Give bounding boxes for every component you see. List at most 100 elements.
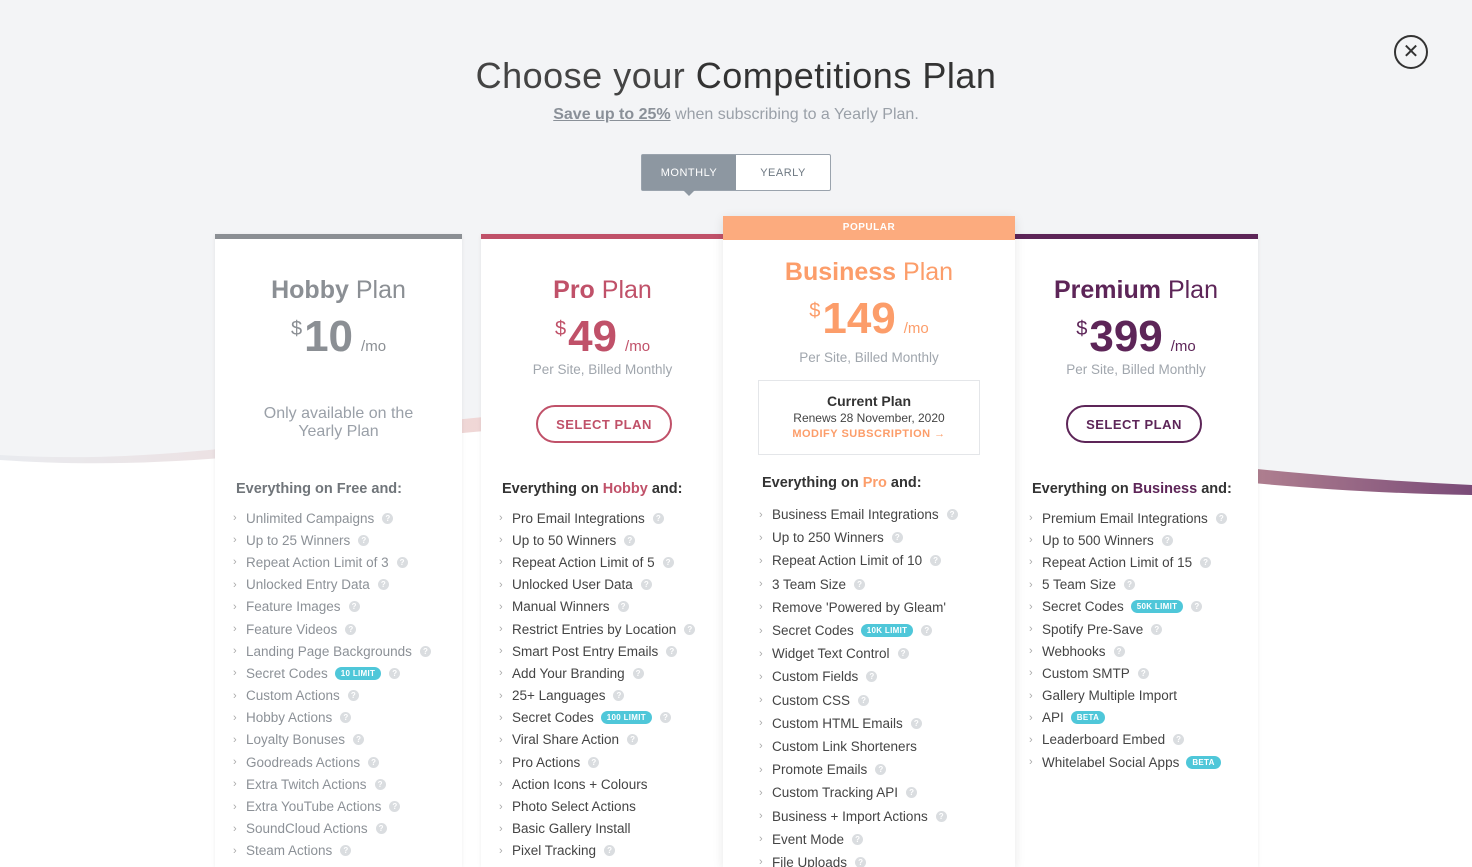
help-icon[interactable]: ?	[1191, 601, 1203, 613]
help-icon[interactable]: ?	[1151, 623, 1163, 635]
help-icon[interactable]: ?	[897, 648, 909, 660]
help-icon[interactable]: ?	[1200, 556, 1212, 568]
chevron-right-icon: ›	[1029, 556, 1033, 569]
chevron-right-icon: ›	[233, 778, 237, 791]
popular-badge: POPULAR	[723, 216, 1015, 240]
help-icon[interactable]: ?	[1124, 579, 1136, 591]
chevron-right-icon: ›	[499, 822, 503, 835]
feature-label: Remove 'Powered by Gleam'	[772, 599, 946, 615]
plan-card-pro: Pro Plan $49/mo Per Site, Billed Monthly…	[481, 234, 724, 867]
modify-subscription-label: MODIFY SUBSCRIPTION	[792, 428, 931, 440]
feature-item: › Feature Videos?	[233, 618, 431, 640]
help-icon[interactable]: ?	[858, 694, 870, 706]
help-icon[interactable]: ?	[852, 833, 864, 845]
feature-item: › Up to 500 Winners?	[1029, 529, 1227, 551]
help-icon[interactable]: ?	[855, 856, 867, 867]
help-icon[interactable]: ?	[684, 623, 696, 635]
help-icon[interactable]: ?	[640, 579, 652, 591]
billing-note: Per Site, Billed Monthly	[1066, 362, 1206, 377]
chevron-right-icon: ›	[499, 756, 503, 769]
help-icon[interactable]: ?	[340, 712, 352, 724]
help-icon[interactable]: ?	[1173, 734, 1185, 746]
feature-item: › Action Icons + Colours	[499, 773, 695, 795]
help-icon[interactable]: ?	[866, 671, 878, 683]
help-icon[interactable]: ?	[347, 690, 359, 702]
help-icon[interactable]: ?	[930, 555, 942, 567]
help-icon[interactable]: ?	[1215, 512, 1227, 524]
help-icon[interactable]: ?	[632, 667, 644, 679]
everything-plan: Free	[336, 481, 368, 497]
chevron-right-icon: ›	[499, 711, 503, 724]
help-icon[interactable]: ?	[627, 734, 639, 746]
help-icon[interactable]: ?	[382, 512, 394, 524]
feature-label: Custom SMTP	[1042, 665, 1130, 681]
help-icon[interactable]: ?	[946, 509, 958, 521]
chevron-right-icon: ›	[1029, 733, 1033, 746]
limit-badge: 50K LIMIT	[1130, 600, 1184, 614]
feature-item: › Pro Actions?	[499, 751, 695, 773]
plan-price: $149/mo	[723, 294, 1015, 344]
help-icon[interactable]: ?	[353, 734, 365, 746]
help-icon[interactable]: ?	[659, 712, 671, 724]
help-icon[interactable]: ?	[624, 534, 636, 546]
help-icon[interactable]: ?	[1137, 667, 1149, 679]
help-icon[interactable]: ?	[935, 810, 947, 822]
help-icon[interactable]: ?	[921, 625, 933, 637]
help-icon[interactable]: ?	[389, 801, 401, 813]
select-plan-button[interactable]: SELECT PLAN	[1066, 405, 1202, 443]
feature-label: Gallery Multiple Import	[1042, 688, 1178, 704]
help-icon[interactable]: ?	[368, 756, 380, 768]
help-icon[interactable]: ?	[666, 645, 678, 657]
toggle-monthly[interactable]: MONTHLY	[642, 155, 736, 196]
everything-suffix: and:	[886, 475, 922, 491]
toggle-yearly[interactable]: YEARLY	[736, 155, 830, 190]
help-icon[interactable]: ?	[377, 579, 389, 591]
help-icon[interactable]: ?	[875, 764, 887, 776]
help-icon[interactable]: ?	[374, 778, 386, 790]
help-icon[interactable]: ?	[419, 645, 431, 657]
feature-label: API	[1042, 710, 1064, 726]
help-icon[interactable]: ?	[891, 532, 903, 544]
modify-subscription-link[interactable]: MODIFY SUBSCRIPTION →	[759, 428, 979, 440]
feature-label: Photo Select Actions	[512, 799, 636, 815]
feature-label: Repeat Action Limit of 3	[246, 554, 389, 570]
help-icon[interactable]: ?	[358, 534, 370, 546]
select-plan-button[interactable]: SELECT PLAN	[536, 405, 672, 443]
feature-label: Loyalty Bonuses	[246, 732, 346, 748]
plan-price: $399/mo	[1014, 312, 1258, 362]
plan-word: Plan	[1167, 276, 1218, 304]
feature-item: › Secret Codes 100 LIMIT?	[499, 707, 695, 729]
help-icon[interactable]: ?	[375, 823, 387, 835]
chevron-right-icon: ›	[759, 833, 763, 846]
help-icon[interactable]: ?	[348, 601, 360, 613]
help-icon[interactable]: ?	[389, 667, 401, 679]
help-icon[interactable]: ?	[340, 845, 352, 857]
billing-note: Per Site, Billed Monthly	[799, 350, 939, 365]
feature-label: Manual Winners	[512, 599, 610, 615]
help-icon[interactable]: ?	[604, 845, 616, 857]
chevron-right-icon: ›	[1029, 534, 1033, 547]
chevron-right-icon: ›	[759, 601, 763, 614]
help-icon[interactable]: ?	[588, 756, 600, 768]
help-icon[interactable]: ?	[906, 787, 918, 799]
help-icon[interactable]: ?	[910, 717, 922, 729]
everything-on-label: Everything on Free and:	[236, 481, 402, 497]
help-icon[interactable]: ?	[662, 556, 674, 568]
chevron-right-icon: ›	[759, 763, 763, 776]
help-icon[interactable]: ?	[1161, 534, 1173, 546]
feature-item: › Promote Emails?	[759, 758, 958, 781]
help-icon[interactable]: ?	[396, 556, 408, 568]
plan-price: $10/mo	[215, 312, 462, 362]
arrow-right-icon: →	[934, 428, 946, 440]
feature-label: Extra Twitch Actions	[246, 776, 367, 792]
help-icon[interactable]: ?	[613, 690, 625, 702]
help-icon[interactable]: ?	[1113, 645, 1125, 657]
price-amount: 10	[304, 312, 354, 361]
feature-label: Up to 25 Winners	[246, 532, 351, 548]
feature-label: Extra YouTube Actions	[246, 799, 382, 815]
feature-item: › Secret Codes 10 LIMIT?	[233, 662, 431, 684]
help-icon[interactable]: ?	[617, 601, 629, 613]
help-icon[interactable]: ?	[345, 623, 357, 635]
help-icon[interactable]: ?	[854, 578, 866, 590]
help-icon[interactable]: ?	[652, 512, 664, 524]
